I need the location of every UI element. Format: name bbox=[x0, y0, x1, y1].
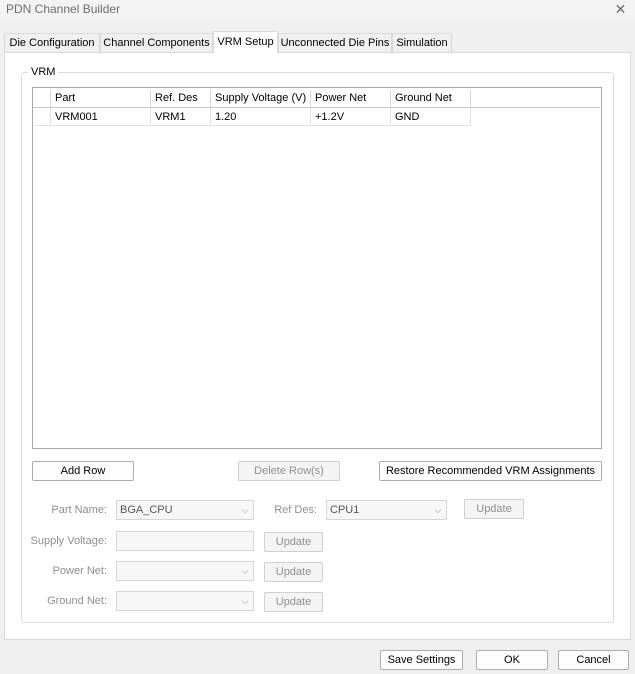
tab-vrm-setup[interactable]: VRM Setup bbox=[213, 31, 278, 53]
table-cell-ref-des[interactable]: VRM1 bbox=[151, 108, 211, 126]
vrm-group-title: VRM bbox=[28, 66, 59, 78]
tab-unconnected-die-pins[interactable]: Unconnected Die Pins bbox=[278, 33, 392, 52]
tab-strip-divider bbox=[4, 52, 631, 53]
tab-die-configuration[interactable]: Die Configuration bbox=[4, 33, 100, 52]
column-header-ref-des[interactable]: Ref. Des bbox=[151, 90, 211, 107]
supply-voltage-label: Supply Voltage: bbox=[30, 535, 107, 547]
ground-net-dropdown[interactable] bbox=[116, 591, 254, 611]
tab-channel-components[interactable]: Channel Components bbox=[100, 33, 213, 52]
chevron-down-icon: ⌵ bbox=[434, 505, 442, 515]
update-supply-voltage-button[interactable]: Update bbox=[264, 532, 323, 552]
chevron-down-icon: ⌵ bbox=[241, 505, 249, 515]
ref-des-value: CPU1 bbox=[330, 504, 360, 516]
column-header-ground-net[interactable]: Ground Net bbox=[391, 90, 471, 107]
window-title: PDN Channel Builder bbox=[6, 2, 121, 16]
supply-voltage-input[interactable] bbox=[116, 531, 254, 551]
column-header-part[interactable]: Part bbox=[51, 90, 151, 107]
column-header-supply-voltage[interactable]: Supply Voltage (V) bbox=[211, 90, 311, 107]
add-row-button[interactable]: Add Row bbox=[32, 461, 134, 481]
ref-des-dropdown[interactable]: CPU1 bbox=[326, 500, 447, 520]
ok-button[interactable]: OK bbox=[476, 650, 548, 670]
row-header-corner bbox=[34, 90, 51, 107]
table-cell-part[interactable]: VRM001 bbox=[51, 108, 151, 126]
update-ground-net-button[interactable]: Update bbox=[264, 592, 323, 612]
part-name-dropdown[interactable]: BGA_CPU bbox=[116, 500, 254, 520]
update-part-button[interactable]: Update bbox=[464, 499, 524, 519]
save-settings-button[interactable]: Save Settings bbox=[380, 650, 463, 670]
power-net-label: Power Net: bbox=[52, 565, 107, 577]
tab-simulation[interactable]: Simulation bbox=[392, 33, 452, 52]
delete-rows-button[interactable]: Delete Row(s) bbox=[238, 461, 340, 481]
row-header[interactable] bbox=[34, 108, 51, 126]
table-cell-power-net[interactable]: +1.2V bbox=[311, 108, 391, 126]
ground-net-label: Ground Net: bbox=[47, 595, 107, 607]
part-name-value: BGA_CPU bbox=[120, 504, 173, 516]
cancel-button[interactable]: Cancel bbox=[558, 650, 629, 670]
chevron-down-icon: ⌵ bbox=[241, 596, 249, 606]
ref-des-label: Ref Des: bbox=[274, 504, 317, 516]
close-icon[interactable]: ✕ bbox=[606, 0, 635, 18]
table-cell-ground-net[interactable]: GND bbox=[391, 108, 471, 126]
power-net-dropdown[interactable] bbox=[116, 561, 254, 581]
column-header-power-net[interactable]: Power Net bbox=[311, 90, 391, 107]
part-name-label: Part Name: bbox=[51, 504, 107, 516]
vrm-table[interactable] bbox=[32, 87, 602, 449]
restore-recommended-vrm-button[interactable]: Restore Recommended VRM Assignments bbox=[379, 461, 602, 481]
update-power-net-button[interactable]: Update bbox=[264, 562, 323, 582]
table-cell-supply-voltage[interactable]: 1.20 bbox=[211, 108, 311, 126]
chevron-down-icon: ⌵ bbox=[241, 566, 249, 576]
